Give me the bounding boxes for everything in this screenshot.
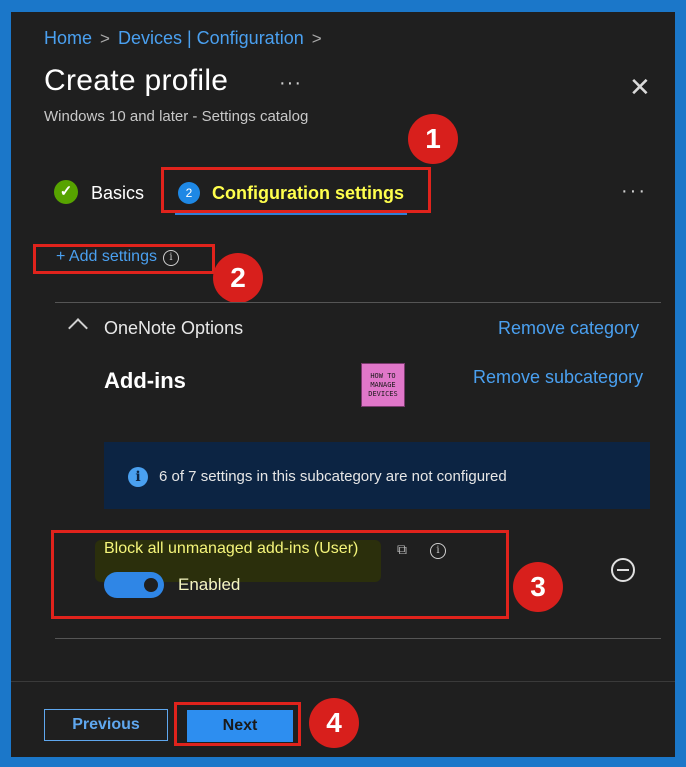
more-options-icon[interactable]: ··· xyxy=(279,72,302,95)
chevron-up-icon[interactable] xyxy=(68,318,88,338)
info-banner: i 6 of 7 settings in this subcategory ar… xyxy=(104,442,650,509)
callout-badge-1: 1 xyxy=(408,114,458,164)
callout-badge-2: 2 xyxy=(213,253,263,303)
subcategory-name: Add-ins xyxy=(104,368,186,393)
annotation-box-3 xyxy=(51,530,509,619)
how-to-manage-devices-logo: HOW TO MANAGE DEVICES xyxy=(361,363,405,407)
annotation-box-1 xyxy=(161,167,431,213)
divider xyxy=(55,302,661,303)
breadcrumb-separator: > xyxy=(100,29,110,48)
remove-subcategory-link[interactable]: Remove subcategory xyxy=(473,367,643,388)
breadcrumb-devices-configuration[interactable]: Devices | Configuration xyxy=(118,28,304,48)
tab-basics[interactable]: Basics xyxy=(91,183,144,204)
breadcrumb-separator: > xyxy=(311,29,322,48)
close-icon[interactable]: ✕ xyxy=(629,74,651,100)
page-title: Create profile xyxy=(44,64,229,97)
page-subtitle: Windows 10 and later - Settings catalog xyxy=(44,108,309,125)
remove-category-link[interactable]: Remove category xyxy=(498,318,639,339)
checkmark-icon: ✓ xyxy=(54,180,78,204)
footer-divider xyxy=(11,681,675,682)
category-name: OneNote Options xyxy=(104,318,244,338)
breadcrumb: Home > Devices | Configuration > xyxy=(44,28,330,49)
logo-line: HOW TO xyxy=(370,372,396,380)
callout-badge-3: 3 xyxy=(513,562,563,612)
callout-badge-4: 4 xyxy=(309,698,359,748)
info-banner-text: 6 of 7 settings in this subcategory are … xyxy=(159,468,507,485)
divider xyxy=(55,638,661,639)
tabs-more-icon[interactable]: ··· xyxy=(621,180,647,203)
annotation-box-2 xyxy=(33,244,215,274)
logo-line: DEVICES xyxy=(368,390,398,398)
create-profile-blade: Home > Devices | Configuration > Create pro… xyxy=(11,12,675,757)
previous-button[interactable]: Previous xyxy=(44,709,168,741)
info-icon: i xyxy=(128,467,148,487)
breadcrumb-home[interactable]: Home xyxy=(44,28,92,48)
annotation-box-4 xyxy=(174,702,301,746)
remove-setting-icon[interactable] xyxy=(611,558,635,582)
logo-line: MANAGE xyxy=(370,381,396,389)
